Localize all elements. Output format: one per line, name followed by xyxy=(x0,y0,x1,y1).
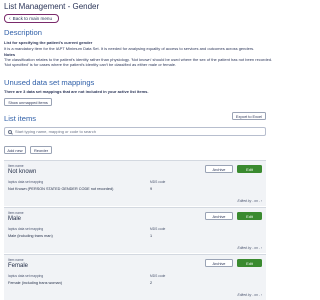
chevron-left-icon: ‹ xyxy=(9,15,11,22)
search-icon xyxy=(8,129,12,134)
search-input[interactable]: Start typing name, mapping or code to se… xyxy=(4,127,266,136)
edit-button[interactable]: Edit xyxy=(237,212,262,220)
mapping-value: Not Known (PERSON STATED GENDER CODE not… xyxy=(8,187,114,191)
chevron-right-icon: › xyxy=(260,246,262,250)
archive-button[interactable]: Archive xyxy=(205,259,233,267)
chevron-right-icon: › xyxy=(260,199,262,203)
show-unmapped-items-button[interactable]: Show unmapped items xyxy=(4,98,52,106)
mds-code-label: MDS code xyxy=(150,180,166,184)
item-name: Female xyxy=(8,263,29,269)
unused-mappings-heading: Unused data set mappings xyxy=(4,78,95,87)
edited-by[interactable]: Edited by - on -› xyxy=(238,199,262,203)
list-item: Item name Female Archive Edit Iaptus dat… xyxy=(4,254,266,300)
chevron-right-icon: › xyxy=(260,293,262,297)
description-text: It is a mandatory item for the IAPT Mini… xyxy=(4,46,255,51)
back-to-main-menu-button[interactable]: ‹ Back to main menu xyxy=(4,14,59,23)
edited-by-text: Edited by - on - xyxy=(237,293,260,297)
list-items-heading: List items xyxy=(4,114,37,123)
edited-by[interactable]: Edited by - on -› xyxy=(238,246,262,250)
list-item: Item name Not known Archive Edit Iaptus … xyxy=(4,160,266,206)
edited-by-text: Edited by - on - xyxy=(237,199,260,203)
mds-code-value: 2 xyxy=(150,281,153,285)
mds-code-value: 1 xyxy=(150,234,153,238)
edited-by[interactable]: Edited by - on -› xyxy=(238,293,262,297)
export-to-excel-button[interactable]: Export to Excel xyxy=(232,112,266,120)
notes-text-2: 'Not specified' is for cases where the p… xyxy=(4,62,177,67)
mapping-value: Male (including trans man) xyxy=(8,234,53,238)
archive-button[interactable]: Archive xyxy=(205,165,233,173)
item-name: Not known xyxy=(8,169,37,175)
mapping-label: Iaptus data set mapping xyxy=(8,180,44,184)
add-new-button[interactable]: Add new xyxy=(4,146,26,154)
back-button-label: Back to main menu xyxy=(12,16,52,21)
mds-code-label: MDS code xyxy=(150,227,166,231)
description-heading: Description xyxy=(4,28,42,37)
description-subheading: List for specifying the patient's curren… xyxy=(4,40,93,45)
mapping-label: Iaptus data set mapping xyxy=(8,274,44,278)
unused-mappings-text: There are 3 data set mappings that are n… xyxy=(4,89,149,94)
item-name-label: Item name xyxy=(8,258,24,262)
item-name-label: Item name xyxy=(8,211,24,215)
archive-button[interactable]: Archive xyxy=(205,212,233,220)
search-placeholder: Start typing name, mapping or code to se… xyxy=(15,129,96,134)
item-name-label: Item name xyxy=(8,164,24,168)
edit-button[interactable]: Edit xyxy=(237,165,262,173)
edited-by-text: Edited by - on - xyxy=(237,246,260,250)
list-item: Item name Male Archive Edit Iaptus data … xyxy=(4,207,266,253)
item-name: Male xyxy=(8,216,22,222)
mapping-label: Iaptus data set mapping xyxy=(8,227,44,231)
mapping-value: Female (including trans woman) xyxy=(8,281,63,285)
reorder-button[interactable]: Reorder xyxy=(30,146,52,154)
page-title: List Management - Gender xyxy=(4,2,100,11)
mds-code-value: 9 xyxy=(150,187,153,191)
edit-button[interactable]: Edit xyxy=(237,259,262,267)
mds-code-label: MDS code xyxy=(150,274,166,278)
